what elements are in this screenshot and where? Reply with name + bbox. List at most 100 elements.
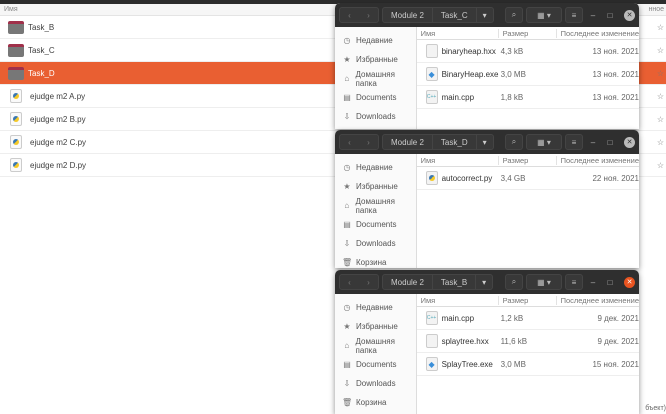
path-segment-button[interactable]: Module 2 xyxy=(383,275,432,289)
menu-button[interactable]: ≡ xyxy=(565,134,583,150)
minimize-button[interactable]: – xyxy=(586,11,600,20)
file-row[interactable]: ◆ SplayTree.exe 3,0 MB 15 ноя. 2021 xyxy=(416,353,639,376)
sidebar-item[interactable]: 🗑Корзина xyxy=(335,393,416,412)
status-text: бъект) xyxy=(645,405,666,412)
file-modified: 15 ноя. 2021 xyxy=(592,359,639,369)
star-icon[interactable]: ☆ xyxy=(657,46,664,55)
star-icon[interactable]: ☆ xyxy=(657,161,664,170)
file-row[interactable]: autocorrect.py 3,4 GB 22 ноя. 2021 xyxy=(416,167,639,190)
name-column-header[interactable]: Имя xyxy=(417,155,499,165)
date-column-header[interactable]: нное xyxy=(648,6,664,13)
document-icon: ▤ xyxy=(343,360,351,369)
maximize-button[interactable]: □ xyxy=(603,11,617,20)
back-button[interactable]: ‹ xyxy=(340,278,359,287)
sidebar-item-label: Downloads xyxy=(356,379,396,388)
star-icon[interactable]: ☆ xyxy=(657,115,664,124)
sidebar-item[interactable]: 🗑Корзина xyxy=(335,126,416,129)
sidebar-item[interactable]: ▤ Documents xyxy=(335,355,416,374)
star-icon[interactable]: ☆ xyxy=(657,92,664,101)
sidebar-item[interactable]: 🗑Корзина xyxy=(335,253,416,268)
path-segment-button[interactable]: Module 2 xyxy=(383,135,432,149)
maximize-button[interactable]: □ xyxy=(603,278,617,287)
sidebar-item[interactable]: ⌂ Домашняя папка xyxy=(335,196,416,215)
cpp-file-icon: C++ xyxy=(425,311,438,325)
forward-button[interactable]: › xyxy=(359,278,378,287)
file-name: ejudge m2 D.py xyxy=(30,160,87,170)
close-button[interactable]: ✕ xyxy=(624,136,635,148)
sidebar-item[interactable]: ◷ Недавние xyxy=(335,298,416,317)
file-row[interactable]: ◆ BinaryHeap.exe 3,0 MB 13 ноя. 2021 xyxy=(416,63,639,86)
path-segment-button[interactable]: Task_C xyxy=(431,8,476,22)
view-mode-button[interactable]: ▦ ▾ xyxy=(526,134,562,150)
name-column-header[interactable]: Имя xyxy=(417,295,499,305)
clock-icon: ◷ xyxy=(343,36,351,45)
sidebar-item[interactable]: ⇩ Downloads xyxy=(335,374,416,393)
clock-icon: ◷ xyxy=(343,303,351,312)
file-name: ejudge m2 A.py xyxy=(30,91,86,101)
download-icon: ⇩ xyxy=(343,239,351,248)
path-segment-button[interactable]: Task_B xyxy=(431,275,475,289)
view-mode-button[interactable]: ▦ ▾ xyxy=(526,7,562,23)
back-button[interactable]: ‹ xyxy=(340,138,359,147)
home-icon: ⌂ xyxy=(344,74,350,83)
size-column-header[interactable]: Размер xyxy=(499,28,557,38)
sidebar-item[interactable]: ⇩ Downloads xyxy=(335,107,416,126)
close-button[interactable]: ✕ xyxy=(624,276,635,288)
star-icon[interactable]: ☆ xyxy=(657,138,664,147)
file-manager-window: ‹ › Module 2 Task_B ▾ ⌕ ▦ ▾ ≡ – □ ✕ ◷ Недавние ★ Избра… xyxy=(335,270,639,414)
search-button[interactable]: ⌕ xyxy=(505,7,523,23)
file-row[interactable]: splaytree.hxx 11,6 kB 9 дек. 2021 xyxy=(416,330,639,353)
sidebar-item-label: Documents xyxy=(356,93,397,102)
file-modified: 13 ноя. 2021 xyxy=(592,46,639,56)
modified-column-header[interactable]: Последнее изменение xyxy=(557,296,639,305)
minimize-button[interactable]: – xyxy=(586,138,600,147)
path-dropdown-icon[interactable]: ▾ xyxy=(475,275,492,289)
path-dropdown-icon[interactable]: ▾ xyxy=(475,135,493,149)
search-button[interactable]: ⌕ xyxy=(505,274,523,290)
file-name: Task_D xyxy=(28,68,55,78)
text-file-icon xyxy=(425,44,438,58)
file-row[interactable]: C++ main.cpp 1,8 kB 13 ноя. 2021 xyxy=(416,86,639,109)
path-dropdown-icon[interactable]: ▾ xyxy=(475,8,493,22)
name-column-header[interactable]: Имя xyxy=(4,6,18,13)
modified-column-header[interactable]: Последнее изменение xyxy=(557,156,639,165)
sidebar: ◷ Недавние ★ Избранные ⌂ Домашняя папка ▤ Docum… xyxy=(335,294,417,414)
menu-button[interactable]: ≡ xyxy=(565,274,583,290)
sidebar-item[interactable]: ▤ Documents xyxy=(335,215,416,234)
sidebar-item[interactable]: ★ Избранные xyxy=(335,177,416,196)
sidebar-item[interactable]: ⇩ Downloads xyxy=(335,234,416,253)
sidebar-item[interactable]: ▤ Documents xyxy=(335,88,416,107)
menu-button[interactable]: ≡ xyxy=(565,7,583,23)
sidebar-item-label: Корзина xyxy=(356,258,387,267)
document-icon: ▤ xyxy=(343,220,351,229)
file-row[interactable]: C++ main.cpp 1,2 kB 9 дек. 2021 xyxy=(416,307,639,330)
py-file-icon xyxy=(425,171,438,185)
search-button[interactable]: ⌕ xyxy=(505,134,523,150)
sidebar-item[interactable]: ⌂ Домашняя папка xyxy=(335,336,416,355)
star-icon[interactable]: ☆ xyxy=(657,69,664,78)
close-button[interactable]: ✕ xyxy=(624,9,635,21)
file-name-cell: C++ main.cpp xyxy=(417,90,499,104)
forward-button[interactable]: › xyxy=(359,138,378,147)
modified-column-header[interactable]: Последнее изменение xyxy=(557,29,639,38)
path-segment-button[interactable]: Task_D xyxy=(431,135,476,149)
sidebar-item[interactable]: ★ Избранные xyxy=(335,50,416,69)
back-button[interactable]: ‹ xyxy=(340,11,359,20)
sidebar-item-label: Недавние xyxy=(356,303,393,312)
sidebar-item[interactable]: ★ Избранные xyxy=(335,317,416,336)
sidebar-item[interactable]: ⌂ Домашняя папка xyxy=(335,69,416,88)
file-size: 1,8 kB xyxy=(500,92,524,102)
name-column-header[interactable]: Имя xyxy=(417,28,499,38)
maximize-button[interactable]: □ xyxy=(603,138,617,147)
size-column-header[interactable]: Размер xyxy=(499,295,557,305)
minimize-button[interactable]: – xyxy=(586,278,600,287)
path-segment-button[interactable]: Module 2 xyxy=(383,8,432,22)
view-mode-button[interactable]: ▦ ▾ xyxy=(526,274,562,290)
file-list: Имя Размер Последнее изменение autocorrect.… xyxy=(416,154,639,268)
file-row[interactable]: binaryheap.hxx 4,3 kB 13 ноя. 2021 xyxy=(416,40,639,63)
size-column-header[interactable]: Размер xyxy=(499,155,557,165)
sidebar-item[interactable]: ◷ Недавние xyxy=(335,158,416,177)
sidebar-item[interactable]: ◷ Недавние xyxy=(335,31,416,50)
star-icon[interactable]: ☆ xyxy=(657,23,664,32)
forward-button[interactable]: › xyxy=(359,11,378,20)
